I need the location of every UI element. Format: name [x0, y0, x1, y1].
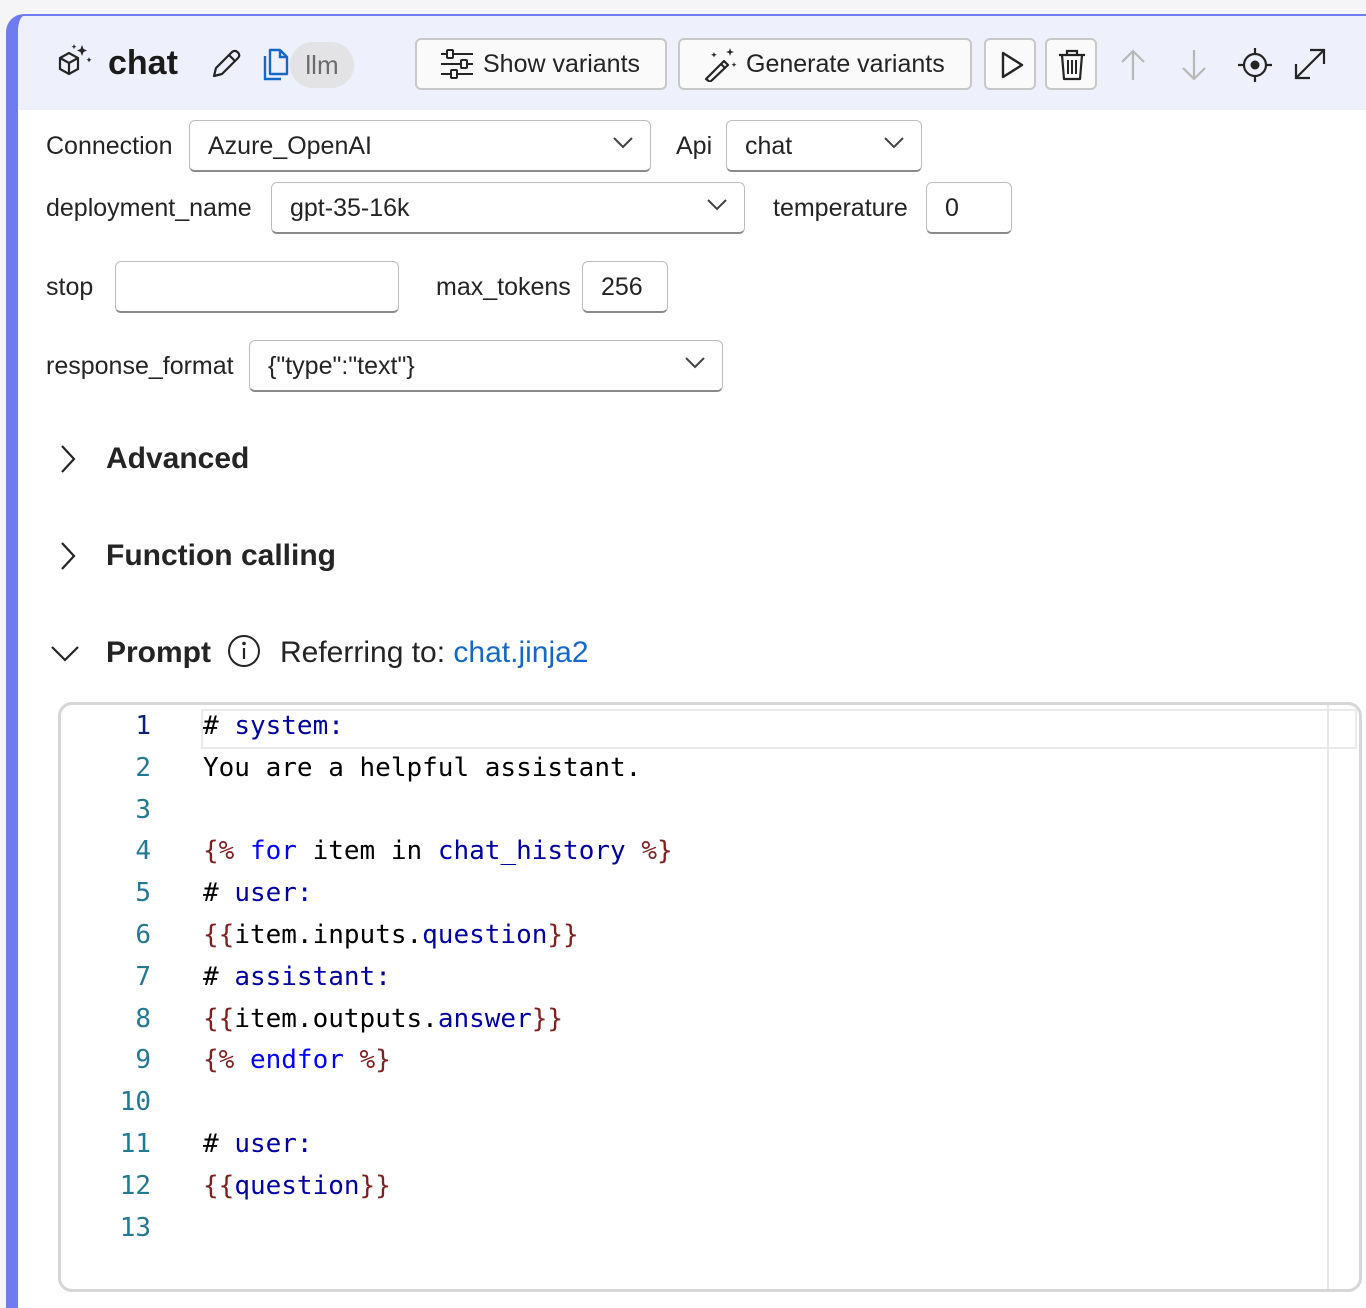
line-number: 8: [135, 1003, 151, 1034]
api-dropdown[interactable]: chat: [726, 120, 922, 172]
max-tokens-input[interactable]: 256: [582, 261, 668, 313]
line-number: 2: [135, 752, 151, 783]
sliders-icon: [441, 49, 473, 79]
connection-label: Connection: [46, 132, 173, 160]
line-number: 12: [119, 1170, 151, 1201]
connection-value: Azure_OpenAI: [208, 132, 372, 160]
generate-variants-label: Generate variants: [746, 49, 945, 78]
temperature-value: 0: [945, 194, 959, 222]
code-line[interactable]: {{question}}: [203, 1171, 391, 1201]
stop-label: stop: [46, 273, 94, 301]
locate-target-icon[interactable]: [1236, 46, 1274, 84]
info-icon[interactable]: [226, 633, 262, 669]
expand-icon[interactable]: [1292, 46, 1328, 82]
line-number: 11: [119, 1129, 151, 1159]
prompt-file-link[interactable]: chat.jinja2: [453, 636, 588, 669]
line-number: 9: [135, 1045, 151, 1076]
node-title: chat: [108, 44, 178, 82]
max-tokens-label: max_tokens: [436, 273, 571, 301]
chevron-down-icon: [884, 137, 904, 149]
chevron-down-icon: [707, 199, 727, 211]
line-number: 6: [135, 920, 151, 950]
temperature-input[interactable]: 0: [926, 182, 1012, 234]
show-variants-button[interactable]: Show variants: [415, 38, 667, 90]
line-number: 1: [135, 711, 151, 741]
api-label: Api: [676, 132, 713, 160]
code-line[interactable]: # assistant:: [203, 962, 391, 992]
api-value: chat: [745, 132, 793, 160]
chevron-right-icon[interactable]: [58, 444, 78, 474]
llm-node-card: chat llm Show variants Generate variants…: [6, 14, 1366, 1308]
deployment-name-dropdown[interactable]: gpt-35-16k: [271, 182, 745, 234]
prompt-code-editor[interactable]: 1 2 3 4 5 6 7 8 9 10 11 12 13 # system: You are a hel…: [58, 702, 1362, 1292]
function-calling-section-toggle[interactable]: Function calling: [106, 539, 336, 573]
trash-icon: [1059, 49, 1085, 81]
chevron-down-icon: [685, 357, 705, 369]
node-type-badge: llm: [290, 42, 354, 88]
copy-icon[interactable]: [260, 46, 292, 82]
code-line[interactable]: You are a helpful assistant.: [203, 753, 641, 783]
delete-button[interactable]: [1045, 38, 1097, 90]
line-number: 3: [135, 794, 151, 825]
line-number: 7: [135, 961, 151, 992]
deployment-name-label: deployment_name: [46, 194, 252, 222]
node-header: chat llm Show variants Generate variants: [18, 16, 1366, 110]
line-number: 4: [135, 836, 151, 867]
temperature-label: temperature: [773, 194, 908, 222]
show-variants-label: Show variants: [483, 49, 641, 78]
response-format-dropdown[interactable]: {"type":"text"}: [249, 340, 723, 392]
line-number: 13: [119, 1212, 151, 1243]
referring-to-label: Referring to:: [280, 636, 454, 669]
connection-dropdown[interactable]: Azure_OpenAI: [189, 120, 651, 172]
line-number: 10: [119, 1087, 151, 1118]
line-number: 5: [135, 878, 151, 909]
code-line[interactable]: # user:: [203, 878, 313, 908]
chevron-right-icon[interactable]: [58, 541, 78, 571]
max-tokens-value: 256: [601, 273, 643, 301]
response-format-value: {"type":"text"}: [268, 352, 415, 380]
stop-input[interactable]: [115, 261, 399, 313]
magic-wand-icon: [704, 48, 737, 82]
referring-to: Referring to: chat.jinja2: [280, 636, 589, 670]
prompt-section-toggle[interactable]: Prompt: [106, 636, 211, 670]
deployment-name-value: gpt-35-16k: [290, 194, 410, 222]
arrow-down-icon[interactable]: [1179, 48, 1209, 82]
code-line[interactable]: {% endfor %}: [203, 1045, 391, 1075]
current-line-highlight: [201, 709, 1357, 749]
chevron-down-icon[interactable]: [50, 644, 80, 664]
code-line[interactable]: {{item.outputs.answer}}: [203, 1004, 563, 1034]
code-line[interactable]: {{item.inputs.question}}: [203, 920, 579, 950]
generate-variants-button[interactable]: Generate variants: [678, 38, 972, 90]
code-line[interactable]: # system:: [203, 711, 344, 741]
response-format-label: response_format: [46, 352, 234, 380]
code-line[interactable]: {% for item in chat_history %}: [203, 836, 673, 866]
code-line[interactable]: # user:: [203, 1129, 313, 1159]
edit-name-icon[interactable]: [208, 48, 242, 82]
arrow-up-icon[interactable]: [1118, 48, 1148, 82]
llm-node-icon: [58, 44, 92, 76]
play-icon: [1001, 51, 1024, 79]
advanced-section-toggle[interactable]: Advanced: [106, 442, 249, 476]
chevron-down-icon: [613, 137, 633, 149]
run-button[interactable]: [984, 38, 1036, 90]
editor-vertical-ruler: [1327, 705, 1329, 1289]
